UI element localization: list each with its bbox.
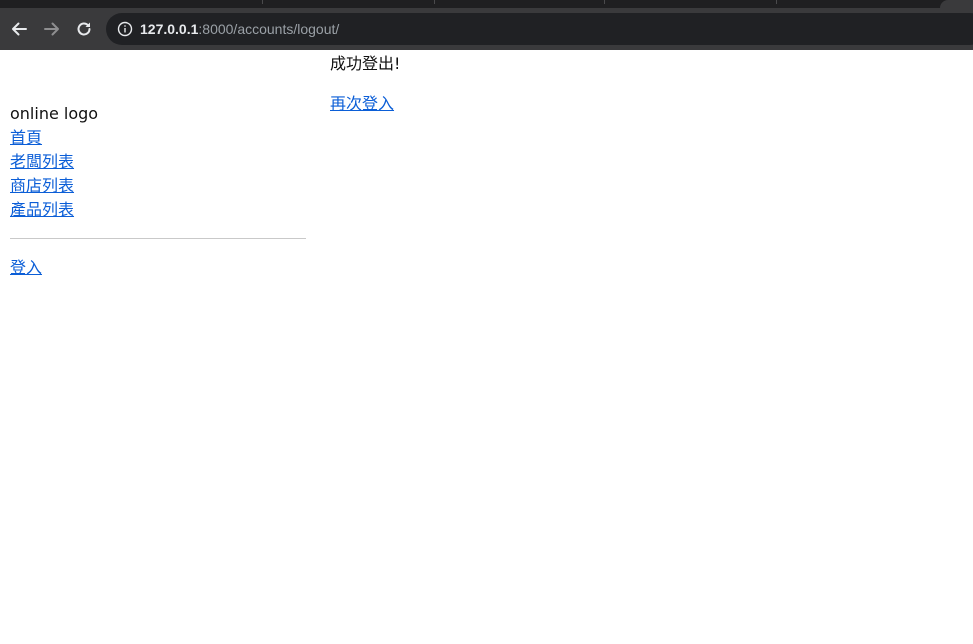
relogin-link[interactable]: 再次登入: [330, 92, 394, 116]
main-content: 成功登出! 再次登入: [330, 52, 930, 116]
reload-icon: [77, 22, 91, 36]
tab-separator: [262, 0, 263, 4]
login-link[interactable]: 登入: [10, 256, 306, 280]
forward-button[interactable]: [40, 17, 64, 41]
url-host: 127.0.0.1: [140, 21, 199, 37]
back-button[interactable]: [7, 17, 31, 41]
tab-separator: [434, 0, 435, 4]
browser-toolbar: 127.0.0.1:8000/accounts/logout/: [0, 8, 973, 50]
logo-text: online logo: [10, 104, 99, 123]
address-bar[interactable]: 127.0.0.1:8000/accounts/logout/: [106, 13, 973, 45]
tab-separator: [776, 0, 777, 4]
url-text[interactable]: 127.0.0.1:8000/accounts/logout/: [140, 19, 339, 39]
nav-link-home[interactable]: 首頁: [10, 126, 306, 150]
tab-strip: [0, 0, 973, 8]
sidebar: online logo 首頁 老闆列表 商店列表 產品列表 登入: [10, 102, 306, 280]
info-icon[interactable]: [117, 21, 133, 37]
nav-link-store-list[interactable]: 商店列表: [10, 174, 306, 198]
sidebar-divider: [10, 238, 306, 239]
nav-link-product-list[interactable]: 產品列表: [10, 198, 306, 222]
arrow-right-icon: [44, 22, 59, 36]
url-path: :8000/accounts/logout/: [198, 21, 340, 37]
page-content: online logo 首頁 老闆列表 商店列表 產品列表 登入 成功登出! 再…: [0, 50, 973, 644]
tab-strip-end: [940, 0, 973, 8]
tab-separator: [604, 0, 605, 4]
browser-chrome: 127.0.0.1:8000/accounts/logout/: [0, 0, 973, 50]
reload-button[interactable]: [72, 17, 96, 41]
arrow-left-icon: [12, 22, 27, 36]
nav-link-owner-list[interactable]: 老闆列表: [10, 150, 306, 174]
logout-success-message: 成功登出!: [330, 54, 401, 73]
